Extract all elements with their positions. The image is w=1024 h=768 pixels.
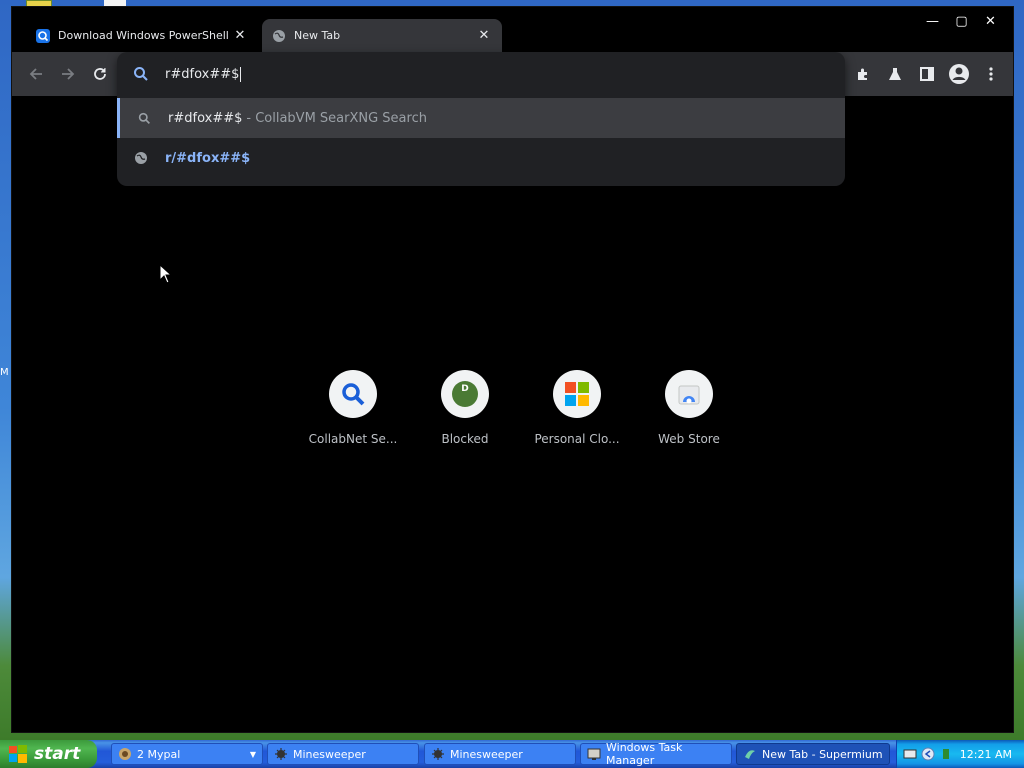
text-caret — [240, 66, 242, 82]
search-icon — [329, 370, 377, 418]
taskbar-item-minesweeper[interactable]: Minesweeper — [267, 743, 419, 765]
globe-icon — [272, 29, 286, 43]
tab-close-icon[interactable]: ✕ — [232, 28, 248, 43]
start-label: start — [34, 744, 81, 764]
extensions-icon[interactable] — [851, 62, 875, 86]
start-button[interactable]: start — [0, 740, 97, 768]
forward-button[interactable] — [56, 62, 80, 86]
shortcut-label: Personal Clo... — [534, 432, 620, 446]
desktop-edge-label: M — [0, 367, 9, 378]
globe-icon — [117, 151, 165, 165]
reload-button[interactable] — [88, 62, 112, 86]
mypal-icon — [118, 747, 132, 761]
side-panel-icon[interactable] — [915, 62, 939, 86]
keyboard-icon[interactable] — [903, 747, 917, 761]
suggestion-text: r/#dfox##$ — [165, 150, 251, 166]
tab-title: Download Windows PowerShell by M — [58, 29, 232, 42]
searxng-icon — [36, 28, 50, 43]
web-store-icon — [665, 370, 713, 418]
taskbar-item-supermium[interactable]: New Tab - Supermium — [736, 743, 890, 765]
clock[interactable]: 12:21 AM — [960, 748, 1012, 761]
taskbar-item-task-manager[interactable]: Windows Task Manager — [580, 741, 732, 767]
taskbar-item-label: Windows Task Manager — [606, 741, 683, 767]
close-button[interactable]: ✕ — [976, 11, 1005, 31]
tab-strip: Download Windows PowerShell by M ✕ New T… — [12, 7, 1013, 52]
tab-close-icon[interactable]: ✕ — [476, 28, 492, 43]
forward-arrow-icon — [62, 68, 75, 80]
minesweeper-icon — [431, 747, 445, 761]
back-button[interactable] — [24, 62, 48, 86]
shortcut-label: Blocked — [441, 432, 489, 446]
window-controls: — ▢ ✕ — [918, 11, 1005, 31]
chevron-down-icon: ▼ — [249, 749, 256, 759]
svg-text:D: D — [461, 384, 468, 394]
taskbar-item-label: Minesweeper — [450, 747, 523, 761]
toolbar-actions — [851, 62, 1003, 86]
tab-new-tab[interactable]: New Tab ✕ — [262, 19, 502, 52]
microsoft-icon — [553, 370, 601, 418]
taskbar-item-label: New Tab - Supermium — [762, 747, 883, 761]
suggestion-url[interactable]: r/#dfox##$ — [117, 138, 845, 178]
system-tray: 12:21 AM — [896, 740, 1024, 768]
labs-flask-icon[interactable] — [883, 62, 907, 86]
browser-window: Download Windows PowerShell by M ✕ New T… — [11, 6, 1014, 733]
minimize-button[interactable]: — — [918, 11, 947, 31]
maximize-button[interactable]: ▢ — [947, 11, 976, 31]
task-manager-icon — [587, 747, 601, 761]
suggestion-detail: - CollabVM SearXNG Search — [246, 110, 427, 126]
shortcut-tile[interactable]: CollabNet Se... — [297, 370, 409, 446]
supermium-icon — [743, 747, 757, 761]
back-arrow-icon — [29, 68, 42, 80]
network-icon[interactable] — [939, 747, 953, 761]
tab-powershell[interactable]: Download Windows PowerShell by M ✕ — [26, 19, 258, 52]
shortcut-tile[interactable]: D Blocked — [409, 370, 521, 446]
suggestion-text: r#dfox##$ — [168, 110, 243, 126]
profile-avatar-icon[interactable] — [947, 62, 971, 86]
shortcut-tile[interactable]: Web Store — [633, 370, 745, 446]
minesweeper-icon — [274, 747, 288, 761]
taskbar: start 2 Mypal ▼ Minesweeper Minesweeper … — [0, 740, 1024, 768]
taskbar-item-label: 2 Mypal — [137, 747, 181, 761]
suggestion-search[interactable]: r#dfox##$ - CollabVM SearXNG Search — [117, 98, 845, 138]
omnibox-dropdown: r#dfox##$ r#dfox##$ - CollabVM SearXNG S… — [117, 52, 845, 186]
arrow-icon[interactable] — [921, 747, 935, 761]
taskbar-item-mypal[interactable]: 2 Mypal ▼ — [111, 743, 263, 765]
taskbar-item-label: Minesweeper — [293, 747, 366, 761]
taskbar-item-minesweeper[interactable]: Minesweeper — [424, 743, 576, 765]
omnibox-input[interactable]: r#dfox##$ — [117, 52, 845, 96]
mouse-pointer-icon — [159, 264, 173, 284]
shortcut-label: Web Store — [658, 432, 720, 446]
windows-logo-icon — [9, 745, 27, 763]
shortcut-grid: CollabNet Se... D Blocked Personal Clo..… — [297, 370, 745, 446]
menu-kebab-icon[interactable] — [979, 62, 1003, 86]
search-icon — [120, 112, 168, 125]
search-icon — [117, 66, 165, 82]
reload-icon — [94, 68, 106, 80]
tab-title: New Tab — [294, 29, 341, 42]
shortcut-tile[interactable]: Personal Clo... — [521, 370, 633, 446]
shortcut-label: CollabNet Se... — [308, 432, 398, 446]
letter-d-icon: D — [441, 370, 489, 418]
omnibox-value[interactable]: r#dfox##$ — [165, 67, 239, 82]
